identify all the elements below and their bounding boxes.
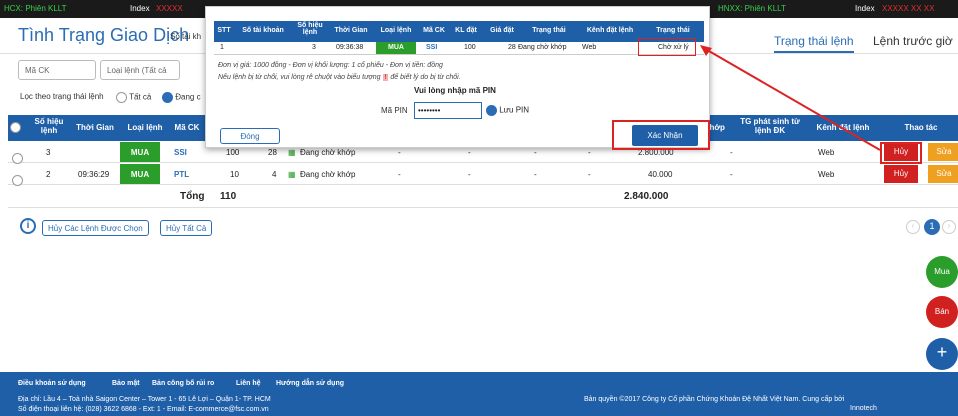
annotation-arrow — [700, 45, 881, 151]
